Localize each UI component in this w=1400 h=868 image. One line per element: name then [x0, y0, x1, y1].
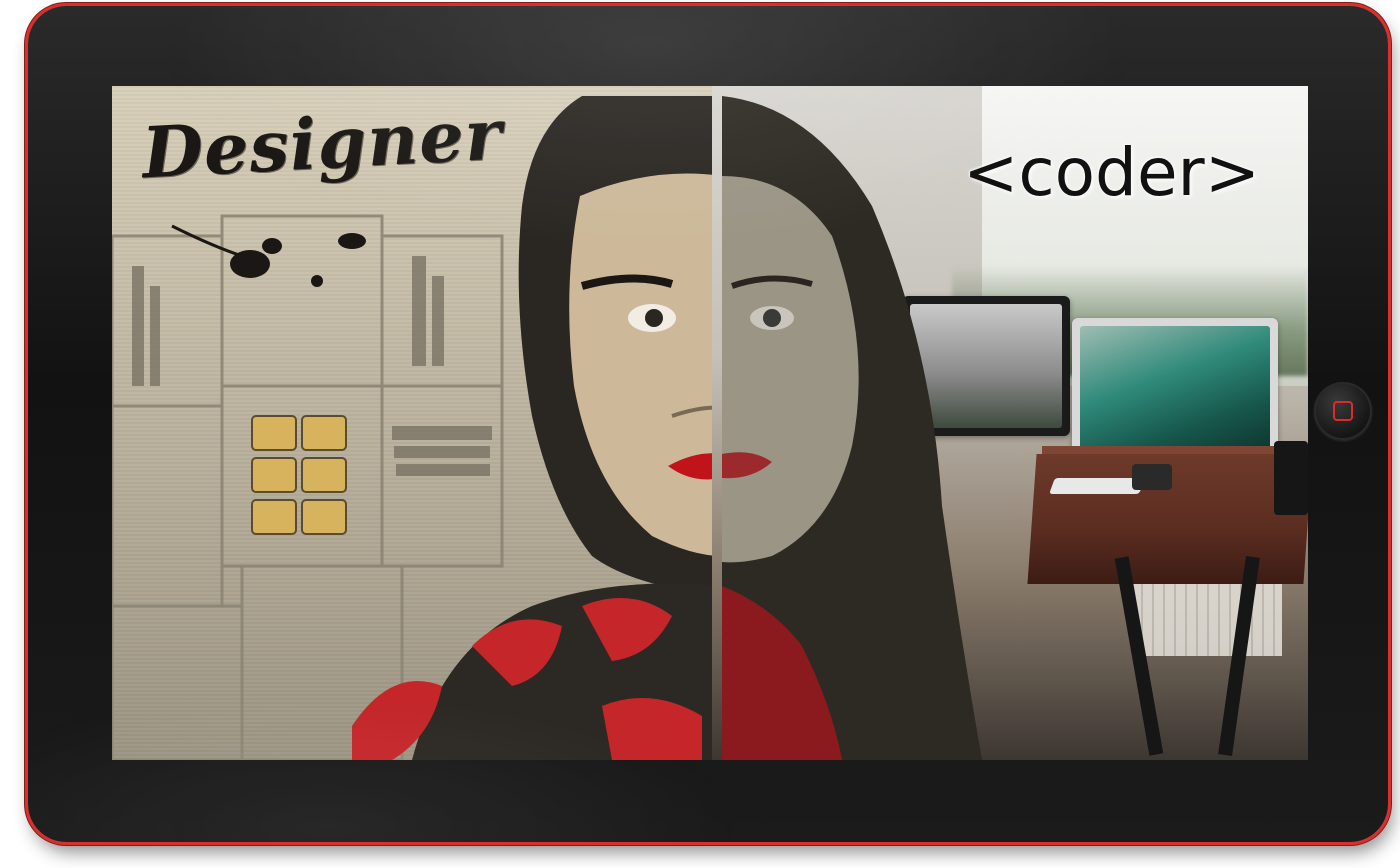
home-square-icon	[1333, 401, 1353, 421]
coder-title: <coder>	[963, 134, 1260, 211]
tablet-device: Designer <coder>	[28, 6, 1388, 842]
tablet-screen: Designer <coder>	[112, 86, 1308, 760]
home-button[interactable]	[1314, 382, 1372, 440]
